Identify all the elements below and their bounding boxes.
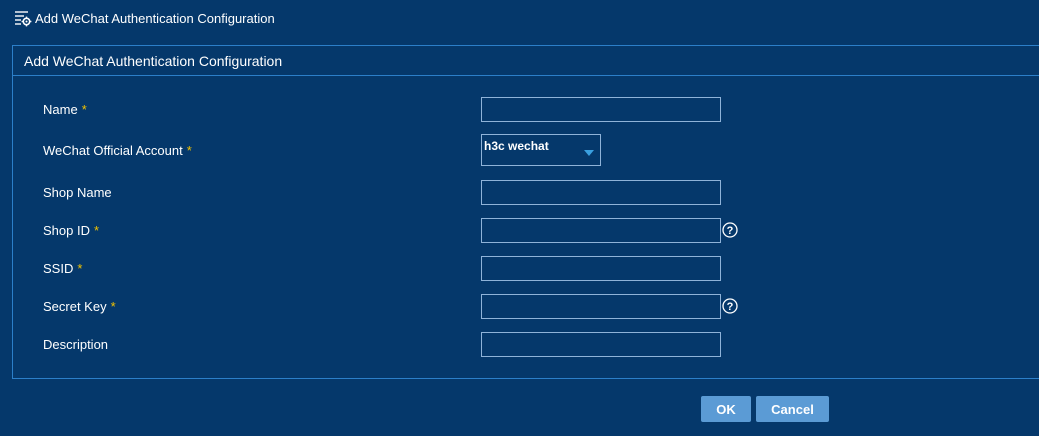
svg-text:?: ? [727, 301, 734, 313]
ok-button[interactable]: OK [701, 396, 751, 422]
question-circle-icon[interactable]: ? [722, 222, 738, 238]
ssid-label-text: SSID [43, 261, 74, 276]
svg-text:?: ? [727, 225, 734, 237]
required-mark: * [77, 261, 83, 276]
description-label: Description [43, 337, 108, 353]
ssid-field[interactable] [481, 256, 721, 281]
name-label-text: Name [43, 102, 78, 117]
name-field[interactable] [481, 97, 721, 122]
description-label-text: Description [43, 337, 109, 352]
secret-key-label: Secret Key * [43, 299, 116, 315]
secret-key-field[interactable] [481, 294, 721, 319]
page-header: Add WeChat Authentication Configuration [14, 8, 275, 28]
secret-key-label-text: Secret Key [43, 299, 107, 314]
panel-title: Add WeChat Authentication Configuration [13, 46, 1039, 76]
shop-name-label: Shop Name [43, 185, 112, 201]
list-settings-icon [14, 9, 32, 27]
required-mark: * [93, 223, 100, 238]
shop-name-label-text: Shop Name [43, 185, 112, 200]
question-circle-icon[interactable]: ? [722, 298, 738, 314]
required-mark: * [186, 143, 192, 158]
shop-id-label-text: Shop ID [43, 223, 90, 238]
description-field[interactable] [481, 332, 721, 357]
wechat-account-select[interactable]: h3c wechat [481, 134, 601, 166]
wechat-account-label-text: WeChat Official Account [43, 143, 183, 158]
shop-id-field[interactable] [481, 218, 721, 243]
chevron-down-icon [584, 143, 594, 156]
shop-name-field[interactable] [481, 180, 721, 205]
config-panel: Add WeChat Authentication Configuration … [12, 45, 1039, 379]
wechat-account-value: h3c wechat [484, 139, 549, 153]
required-mark: * [110, 299, 116, 314]
name-label: Name * [43, 102, 87, 118]
shop-id-label: Shop ID * [43, 223, 99, 239]
cancel-button[interactable]: Cancel [756, 396, 829, 422]
ssid-label: SSID * [43, 261, 82, 277]
required-mark: * [81, 102, 87, 117]
page-title: Add WeChat Authentication Configuration [35, 10, 275, 26]
wechat-account-label: WeChat Official Account * [43, 143, 192, 159]
